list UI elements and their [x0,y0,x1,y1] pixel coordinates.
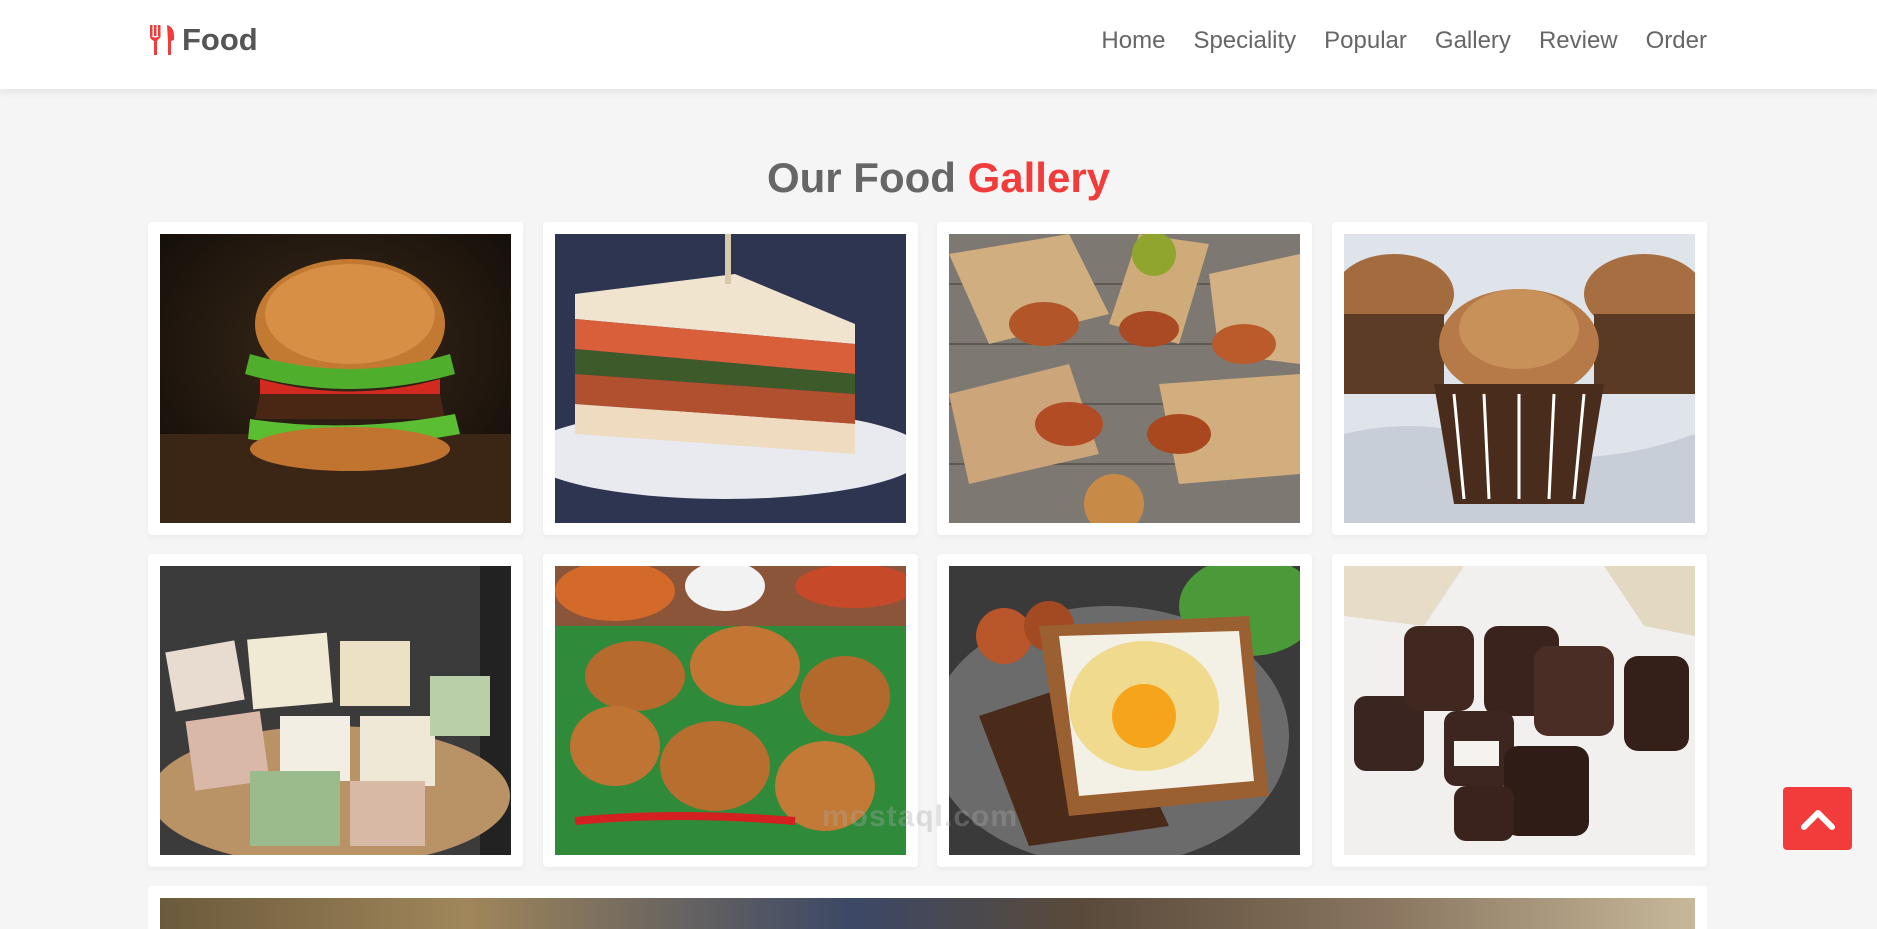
nav-order[interactable]: Order [1646,27,1707,55]
cupcakes-image [1343,234,1695,523]
gallery-grid [148,222,1707,867]
nav-speciality[interactable]: Speciality [1193,27,1296,55]
gallery-card-wraps[interactable] [937,222,1312,535]
gallery-card-cheese[interactable] [148,554,523,867]
site-header: Food Home Speciality Popular Gallery Rev… [0,0,1877,89]
title-accent: Gallery [967,154,1111,201]
chocolates-image [1343,566,1695,855]
nav-gallery[interactable]: Gallery [1435,27,1511,55]
gallery-card-chocolates[interactable] [1331,554,1707,867]
cheese-image [160,566,511,855]
burger-image [160,234,511,523]
title-main: Our Food [766,154,956,201]
utensils-icon [150,25,175,55]
nav-review[interactable]: Review [1539,27,1618,55]
gallery-card-sandwich[interactable] [542,222,918,535]
main-nav: Home Speciality Popular Gallery Review O… [1101,27,1707,55]
gallery-card-cupcakes[interactable] [1331,222,1707,535]
nav-home[interactable]: Home [1101,27,1165,55]
logo[interactable]: Food [148,22,258,58]
wraps-image [949,234,1300,523]
chevron-up-icon [1800,809,1835,830]
gallery-card-partial [148,886,1707,929]
scroll-top-button[interactable] [1783,787,1852,850]
gallery-card-burger[interactable] [148,222,523,535]
logo-text: Food [182,22,258,57]
nav-popular[interactable]: Popular [1324,27,1407,55]
section-title: Our Food Gallery [0,154,1877,202]
watermark: mostaql.com [822,800,1019,833]
sandwich-image [554,234,906,523]
partial-image [160,898,1695,929]
